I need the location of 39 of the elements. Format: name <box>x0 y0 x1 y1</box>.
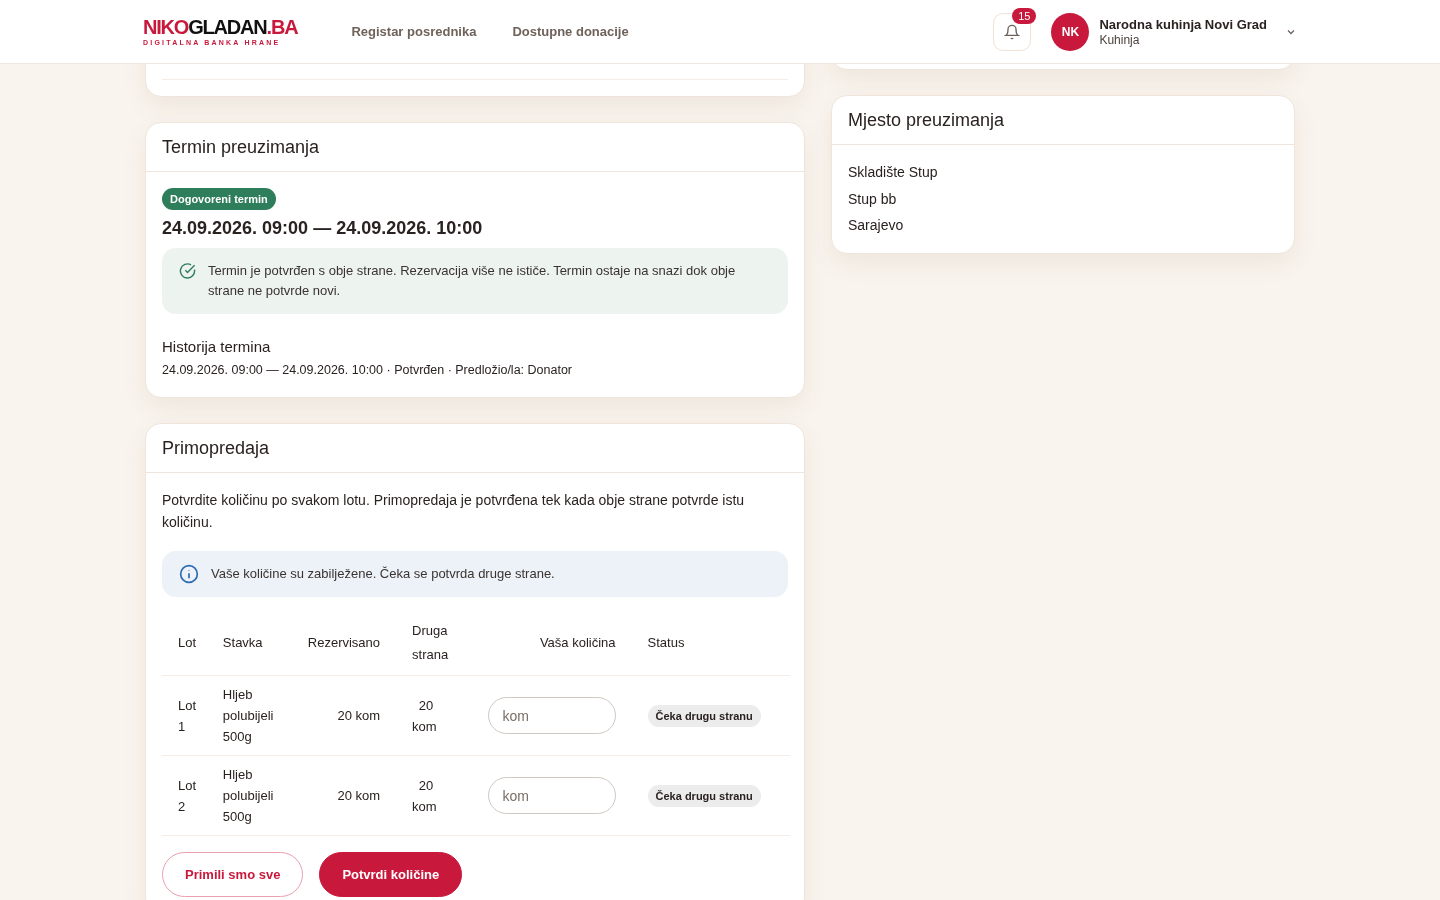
table-cell: 20 kom <box>290 675 397 756</box>
table-cell: Hljeb polubijeli 500g <box>206 755 291 836</box>
section-title: Historija termina <box>162 338 272 355</box>
address-line: Skladište Stup <box>848 163 939 182</box>
status-pill: Čeka drugu stranu <box>647 784 761 807</box>
intro-text: Potvrdite količinu po svakom lotu. Primopredaja je potvrđena tek kada obje strane potvrde istu količinu. <box>162 491 746 532</box>
column-header: Status <box>631 611 790 676</box>
column-header: Lot <box>162 611 207 676</box>
column-header: Vaša količina <box>449 611 632 676</box>
notice-text: Termin je potvrđen s obje strane. Rezervacija više ne ističe. Termin ostaje na snazi dok obje strane ne potvrde novi. <box>208 262 737 300</box>
nav-link[interactable]: Registar posrednika <box>351 24 477 39</box>
card-title: Primopredaja <box>146 424 804 473</box>
table-cell: 20 kom <box>396 675 450 756</box>
column-header: Rezervisano <box>290 611 397 676</box>
address-line: Stup bb <box>848 189 898 209</box>
confirm-button[interactable]: Potvrdi količine <box>319 852 463 897</box>
table-cell: Hljeb polubijeli 500g <box>206 675 291 756</box>
user-name: Narodna kuhinja Novi Grad <box>1099 16 1267 32</box>
status-pill: Čeka drugu stranu <box>647 704 761 727</box>
table-cell: 20 kom <box>290 755 397 836</box>
history-entry: 24.09.2026. 09:00 — 24.09.2026. 10:00 · Potvrđen · Predložio/la: Donator <box>162 363 573 377</box>
table-cell: 20 kom <box>396 755 450 836</box>
notice-text: Vaše količine su zabilježene. Čeka se potvrda druge strane. <box>211 565 555 583</box>
status-badge: Dogovoreni termin <box>162 188 276 210</box>
avatar: NK <box>1051 12 1090 51</box>
column-header: Druga strana <box>396 611 450 676</box>
column-header: Stavka <box>206 611 291 676</box>
user-role: Kuhinja <box>1099 32 1141 47</box>
receive-all-button[interactable]: Primili smo sve <box>162 852 304 897</box>
card-title: Termin preuzimanja <box>146 123 804 172</box>
term-range: 24.09.2026. 09:00 — 24.09.2026. 10:00 <box>162 218 484 239</box>
table-cell: Lot 2 <box>162 755 207 836</box>
table-cell: Lot 1 <box>162 675 207 756</box>
quantity-field[interactable]: kom <box>487 777 616 814</box>
card-title: Mjesto preuzimanja <box>832 96 1294 145</box>
notification-count: 15 <box>1012 7 1037 24</box>
nav-link[interactable]: Dostupne donacije <box>512 24 629 39</box>
quantity-field[interactable]: kom <box>487 697 616 734</box>
address-line: Sarajevo <box>848 216 905 235</box>
